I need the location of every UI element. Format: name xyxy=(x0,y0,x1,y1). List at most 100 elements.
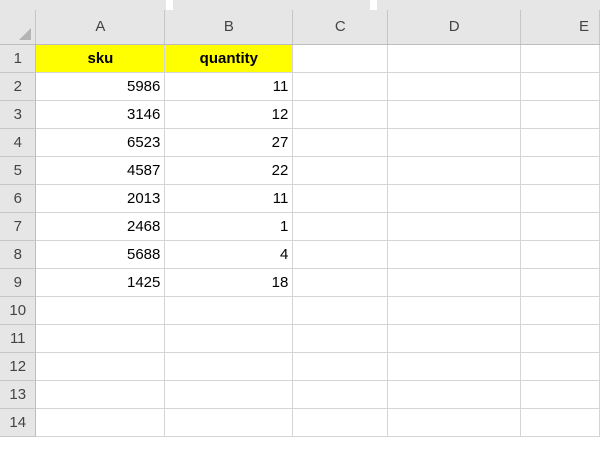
cell[interactable] xyxy=(292,296,389,325)
column-header-c[interactable]: C xyxy=(292,10,389,45)
cell[interactable] xyxy=(387,352,522,381)
cell[interactable] xyxy=(387,240,522,269)
cell[interactable] xyxy=(520,156,600,185)
toolbar-separator xyxy=(166,0,173,10)
cell[interactable] xyxy=(387,156,522,185)
cell[interactable] xyxy=(292,324,389,353)
sku-cell[interactable]: 3146 xyxy=(35,100,166,129)
row-header[interactable]: 9 xyxy=(0,268,37,297)
cell[interactable] xyxy=(35,408,166,437)
cell[interactable] xyxy=(520,72,600,101)
cell[interactable] xyxy=(164,380,294,409)
cell[interactable] xyxy=(520,100,600,129)
cell[interactable] xyxy=(292,184,389,213)
cell[interactable] xyxy=(292,100,389,129)
cell[interactable] xyxy=(387,380,522,409)
select-all-corner[interactable] xyxy=(0,10,37,45)
quantity-cell[interactable]: 11 xyxy=(164,72,294,101)
sku-cell[interactable]: 6523 xyxy=(35,128,166,157)
cell[interactable] xyxy=(387,324,522,353)
cell[interactable] xyxy=(520,296,600,325)
table-row: 8 5688 4 xyxy=(0,240,600,269)
cell[interactable] xyxy=(520,128,600,157)
column-header-b[interactable]: B xyxy=(164,10,294,45)
column-header-e[interactable]: E xyxy=(520,10,600,45)
row-header[interactable]: 3 xyxy=(0,100,37,129)
cell[interactable] xyxy=(292,380,389,409)
row-header[interactable]: 11 xyxy=(0,324,37,353)
cell[interactable] xyxy=(520,380,600,409)
cell[interactable] xyxy=(292,408,389,437)
cell[interactable] xyxy=(292,156,389,185)
quantity-cell[interactable]: 11 xyxy=(164,184,294,213)
cell[interactable] xyxy=(164,324,294,353)
toolbar-strip xyxy=(0,0,600,10)
cell[interactable] xyxy=(387,100,522,129)
sku-cell[interactable]: 4587 xyxy=(35,156,166,185)
cell[interactable] xyxy=(35,380,166,409)
cell[interactable] xyxy=(387,268,522,297)
cell[interactable] xyxy=(387,184,522,213)
quantity-cell[interactable]: 1 xyxy=(164,212,294,241)
column-header-d[interactable]: D xyxy=(387,10,522,45)
sku-cell[interactable]: 1425 xyxy=(35,268,166,297)
column-header-a[interactable]: A xyxy=(35,10,166,45)
table-row: 3 3146 12 xyxy=(0,100,600,129)
cell[interactable] xyxy=(520,184,600,213)
spreadsheet-grid[interactable]: A B C D E 1 sku quantity 2 5986 11 3 314… xyxy=(0,10,600,450)
sku-cell[interactable]: 2013 xyxy=(35,184,166,213)
cell[interactable] xyxy=(292,44,389,73)
row-header[interactable]: 6 xyxy=(0,184,37,213)
cell[interactable] xyxy=(520,212,600,241)
cell[interactable] xyxy=(387,72,522,101)
row-header[interactable]: 5 xyxy=(0,156,37,185)
cell[interactable] xyxy=(164,408,294,437)
cell[interactable] xyxy=(35,296,166,325)
quantity-cell[interactable]: 12 xyxy=(164,100,294,129)
cell[interactable] xyxy=(164,352,294,381)
table-row: 2 5986 11 xyxy=(0,72,600,101)
row-header[interactable]: 13 xyxy=(0,380,37,409)
quantity-cell[interactable]: 4 xyxy=(164,240,294,269)
row-header[interactable]: 7 xyxy=(0,212,37,241)
quantity-cell[interactable]: 18 xyxy=(164,268,294,297)
cell[interactable] xyxy=(292,240,389,269)
cell[interactable] xyxy=(35,352,166,381)
cell-b1-quantity-header[interactable]: quantity xyxy=(164,44,294,73)
row-header[interactable]: 2 xyxy=(0,72,37,101)
cell[interactable] xyxy=(292,72,389,101)
row-header[interactable]: 4 xyxy=(0,128,37,157)
cell[interactable] xyxy=(520,240,600,269)
row-header[interactable]: 1 xyxy=(0,44,37,73)
table-row: 12 xyxy=(0,352,600,381)
sku-cell[interactable]: 5688 xyxy=(35,240,166,269)
cell[interactable] xyxy=(292,268,389,297)
quantity-cell[interactable]: 27 xyxy=(164,128,294,157)
cell[interactable] xyxy=(387,296,522,325)
cell[interactable] xyxy=(387,408,522,437)
cell[interactable] xyxy=(292,128,389,157)
cell[interactable] xyxy=(292,212,389,241)
row-header[interactable]: 8 xyxy=(0,240,37,269)
cell-a1-sku-header[interactable]: sku xyxy=(35,44,166,73)
cell[interactable] xyxy=(520,352,600,381)
cell[interactable] xyxy=(35,324,166,353)
cell[interactable] xyxy=(387,212,522,241)
row-header[interactable]: 10 xyxy=(0,296,37,325)
cell[interactable] xyxy=(387,128,522,157)
sku-cell[interactable]: 2468 xyxy=(35,212,166,241)
cell[interactable] xyxy=(520,268,600,297)
table-row: 7 2468 1 xyxy=(0,212,600,241)
row-header[interactable]: 12 xyxy=(0,352,37,381)
cell[interactable] xyxy=(164,296,294,325)
row-header[interactable]: 14 xyxy=(0,408,37,437)
quantity-cell[interactable]: 22 xyxy=(164,156,294,185)
cell[interactable] xyxy=(520,408,600,437)
cell[interactable] xyxy=(292,352,389,381)
select-all-icon xyxy=(19,27,32,40)
sku-cell[interactable]: 5986 xyxy=(35,72,166,101)
cell[interactable] xyxy=(387,44,522,73)
cell[interactable] xyxy=(520,44,600,73)
cell[interactable] xyxy=(520,324,600,353)
table-row: 9 1425 18 xyxy=(0,268,600,297)
